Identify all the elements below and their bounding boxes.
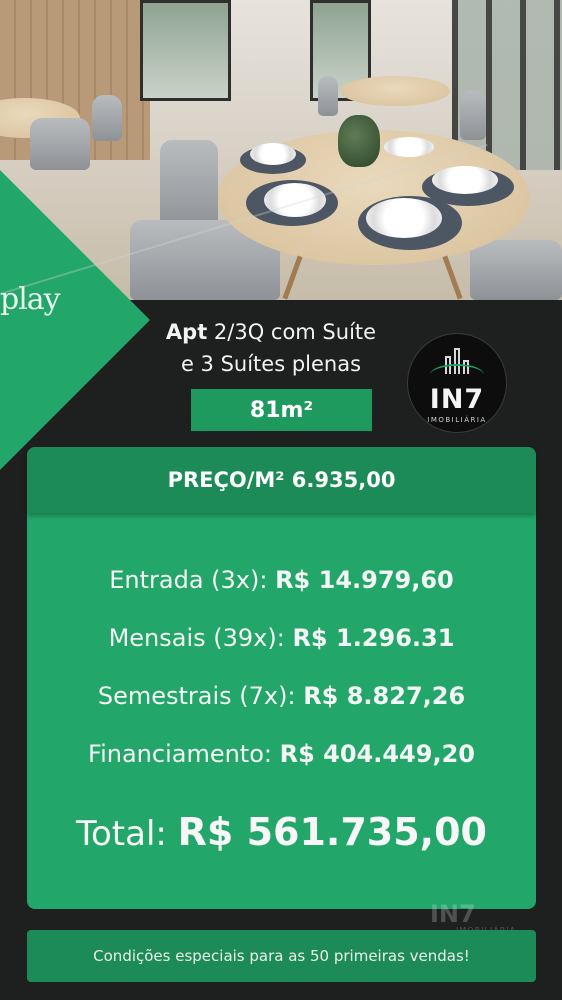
plate (250, 143, 296, 165)
brand-logo-play: play (0, 282, 61, 317)
payment-value: R$ 404.449,20 (279, 740, 475, 768)
chair (160, 140, 218, 230)
area-badge: 81m² (191, 389, 372, 431)
green-triangle (0, 170, 150, 470)
unit-description: Apt 2/3Q com Suíte e 3 Suítes plenas (130, 316, 412, 380)
plant (338, 115, 380, 167)
total-label: Total: (76, 814, 178, 854)
total-price: Total: R$ 561.735,00 (27, 810, 536, 854)
payment-row-mensais: Mensais (39x): R$ 1.296.31 (27, 624, 536, 652)
plate (264, 183, 326, 217)
chair (470, 240, 562, 300)
plate (384, 137, 434, 157)
logo-name: IN7 (429, 384, 485, 415)
payment-label: Entrada (3x): (109, 566, 276, 594)
chair (92, 95, 122, 141)
watermark-name: IN7 (430, 900, 476, 928)
payment-row-semestrais: Semestrais (7x): R$ 8.827,26 (27, 682, 536, 710)
plate (432, 166, 498, 194)
payment-row-financiamento: Financiamento: R$ 404.449,20 (27, 740, 536, 768)
payment-label: Mensais (39x): (108, 624, 293, 652)
special-conditions-note: Condições especiais para as 50 primeiras… (27, 930, 536, 982)
table-back (340, 76, 450, 106)
arc-icon (430, 364, 484, 386)
payment-value: R$ 1.296.31 (292, 624, 455, 652)
payment-value: R$ 14.979,60 (275, 566, 454, 594)
window (140, 0, 231, 101)
chair (318, 76, 338, 116)
payment-label: Semestrais (7x): (97, 682, 304, 710)
chair (30, 118, 90, 170)
headline-line1: Apt 2/3Q com Suíte (130, 316, 412, 348)
in7-logo: IN7 IMOBILIÁRIA (407, 333, 507, 433)
price-per-m2: PREÇO/M² 6.935,00 (27, 447, 536, 513)
logo-subtitle: IMOBILIÁRIA (427, 416, 487, 424)
payment-label: Financiamento: (88, 740, 280, 768)
total-value: R$ 561.735,00 (177, 810, 487, 854)
payment-value: R$ 8.827,26 (303, 682, 466, 710)
payment-row-entrada: Entrada (3x): R$ 14.979,60 (27, 566, 536, 594)
headline-rooms: 2/3Q com Suíte (207, 320, 377, 344)
headline-apt: Apt (165, 320, 208, 344)
headline-line2: e 3 Suítes plenas (180, 352, 362, 376)
plate (366, 198, 442, 238)
chair (460, 90, 486, 140)
